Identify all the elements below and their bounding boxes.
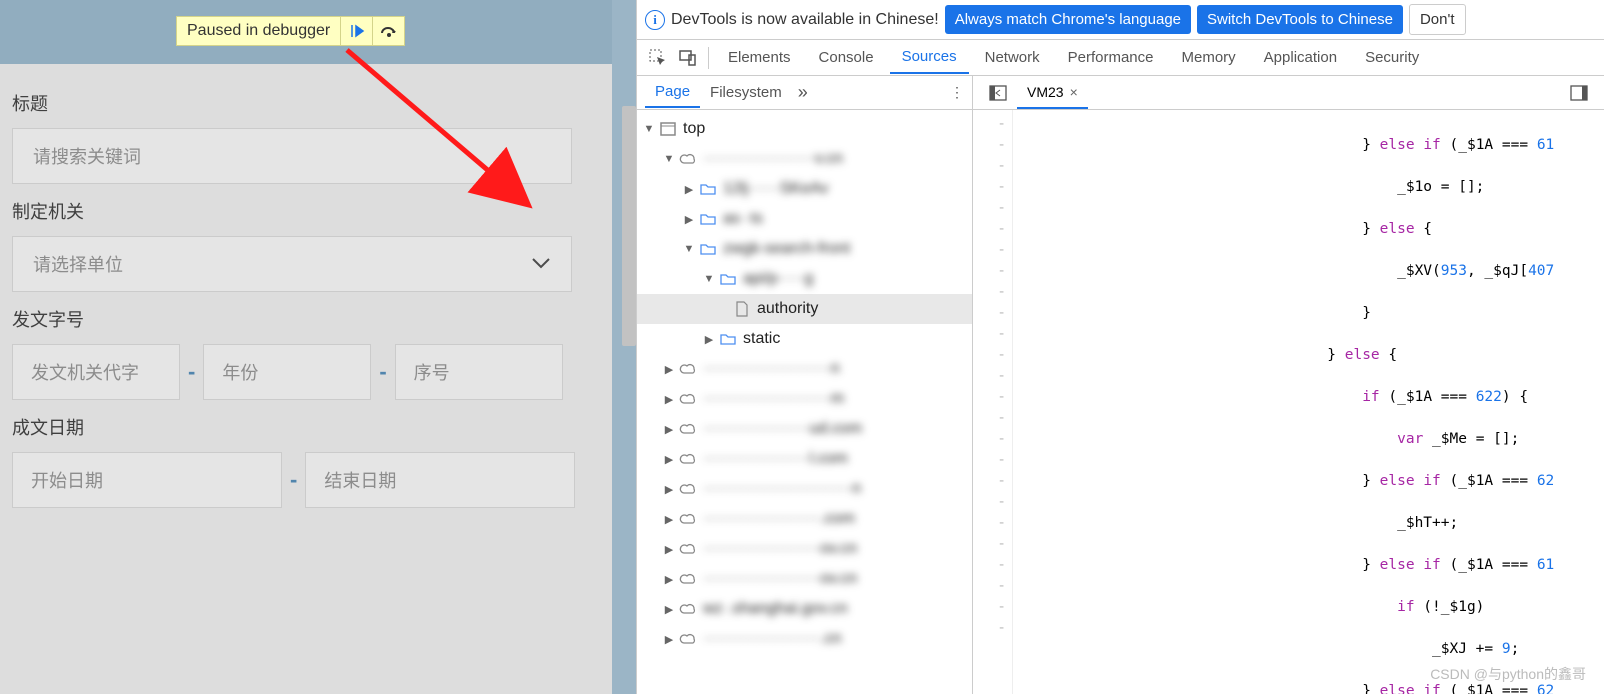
tree-folder[interactable]: ▼api/p·····g: [637, 264, 972, 294]
inspect-icon[interactable]: [645, 45, 671, 71]
folder-icon: [717, 272, 739, 286]
tree-domain[interactable]: ▶····················ud.com: [637, 414, 972, 444]
input-title[interactable]: 请搜索关键词: [12, 128, 572, 184]
tree-domain[interactable]: ▶······················.cn: [637, 624, 972, 654]
file-tree: ▼top ▼·····················v.cn ▶12lj···…: [637, 110, 972, 694]
code-tab-vm23[interactable]: VM23×: [1017, 76, 1088, 109]
tree-folder[interactable]: ▶static: [637, 324, 972, 354]
debugger-text: Paused in debugger: [177, 22, 340, 40]
webpage-panel: Paused in debugger 标题 请搜索关键词 制定机关 请选择单位 …: [0, 0, 636, 694]
select-agency[interactable]: 请选择单位: [12, 236, 572, 292]
cloud-icon: [677, 392, 699, 406]
tree-folder[interactable]: ▶as··ts: [637, 204, 972, 234]
tree-domain[interactable]: ▶······················.com: [637, 504, 972, 534]
form-area: 标题 请搜索关键词 制定机关 请选择单位 发文字号 发文机关代字 - 年份 - …: [0, 64, 636, 520]
input-doc-year[interactable]: 年份: [203, 344, 371, 400]
devtools-panel: i DevTools is now available in Chinese! …: [636, 0, 1604, 694]
tree-domain[interactable]: ▶wz·.shanghai.gov.cn: [637, 594, 972, 624]
folder-icon: [697, 182, 719, 196]
cloud-icon: [677, 152, 699, 166]
label-docnum: 发文字号: [12, 306, 624, 332]
cloud-icon: [677, 482, 699, 496]
nav-menu-icon[interactable]: ⋮: [950, 84, 964, 101]
nav-more-icon[interactable]: »: [798, 82, 808, 103]
label-date: 成文日期: [12, 414, 624, 440]
tab-performance[interactable]: Performance: [1056, 42, 1166, 73]
nav-tab-filesystem[interactable]: Filesystem: [700, 78, 792, 107]
tree-file-authority[interactable]: authority: [637, 294, 972, 324]
tree-domain[interactable]: ▶······················ov.cn: [637, 534, 972, 564]
label-title: 标题: [12, 90, 624, 116]
devtools-tabs: Elements Console Sources Network Perform…: [637, 40, 1604, 76]
step-over-icon: [380, 23, 398, 39]
tree-domain[interactable]: ▼·····················v.cn: [637, 144, 972, 174]
tab-security[interactable]: Security: [1353, 42, 1431, 73]
tree-folder[interactable]: ▶12lj······SKeAv: [637, 174, 972, 204]
cloud-icon: [677, 452, 699, 466]
dash-separator: -: [290, 467, 297, 493]
btn-match-language[interactable]: Always match Chrome's language: [945, 5, 1191, 34]
toggle-sidebar-icon[interactable]: [1560, 76, 1598, 109]
input-doc-prefix[interactable]: 发文机关代字: [12, 344, 180, 400]
tree-top[interactable]: ▼top: [637, 114, 972, 144]
navigator-tabs: Page Filesystem » ⋮: [637, 76, 972, 110]
toggle-navigator-icon[interactable]: [979, 76, 1017, 109]
file-icon: [731, 301, 753, 317]
resume-button[interactable]: [340, 17, 372, 45]
gutter: -------------------------: [973, 110, 1013, 694]
input-date-end[interactable]: 结束日期: [305, 452, 575, 508]
tab-console[interactable]: Console: [807, 42, 886, 73]
code-panel: VM23× ------------------------- } else i…: [973, 76, 1604, 694]
cloud-icon: [677, 422, 699, 436]
cloud-icon: [677, 602, 699, 616]
debugger-badge: Paused in debugger: [176, 16, 405, 46]
dash-separator: -: [188, 359, 195, 385]
navigator-panel: Page Filesystem » ⋮ ▼top ▼··············…: [637, 76, 973, 694]
info-icon: i: [645, 10, 665, 30]
tab-application[interactable]: Application: [1252, 42, 1349, 73]
tab-memory[interactable]: Memory: [1170, 42, 1248, 73]
tree-folder[interactable]: ▼zwgk-search-front: [637, 234, 972, 264]
dash-separator: -: [379, 359, 386, 385]
tree-domain[interactable]: ▶····················l.com: [637, 444, 972, 474]
tab-network[interactable]: Network: [973, 42, 1052, 73]
info-text: DevTools is now available in Chinese!: [671, 11, 939, 29]
folder-icon: [697, 212, 719, 226]
resume-icon: [349, 23, 365, 39]
btn-dont[interactable]: Don't: [1409, 4, 1466, 35]
frame-icon: [657, 122, 679, 136]
device-mode-icon[interactable]: [675, 45, 701, 71]
cloud-icon: [677, 632, 699, 646]
input-doc-serial[interactable]: 序号: [395, 344, 563, 400]
code-tabs: VM23×: [973, 76, 1604, 110]
info-bar: i DevTools is now available in Chinese! …: [637, 0, 1604, 40]
cloud-icon: [677, 572, 699, 586]
nav-tab-page[interactable]: Page: [645, 77, 700, 108]
code-lines: } else if (_$1A === 61 _$1o = []; } else…: [1013, 110, 1604, 694]
cloud-icon: [677, 362, 699, 376]
folder-icon: [717, 332, 739, 346]
tab-sources[interactable]: Sources: [890, 41, 969, 74]
tree-domain[interactable]: ▶························m: [637, 384, 972, 414]
cloud-icon: [677, 512, 699, 526]
tree-domain[interactable]: ▶····························n: [637, 474, 972, 504]
btn-switch-chinese[interactable]: Switch DevTools to Chinese: [1197, 5, 1403, 34]
folder-icon: [697, 242, 719, 256]
scrollbar-thumb[interactable]: [622, 106, 636, 346]
step-over-button[interactable]: [372, 17, 404, 45]
close-icon[interactable]: ×: [1070, 84, 1078, 100]
chevron-down-icon: [531, 254, 551, 275]
input-date-start[interactable]: 开始日期: [12, 452, 282, 508]
cloud-icon: [677, 542, 699, 556]
tab-elements[interactable]: Elements: [716, 42, 803, 73]
watermark: CSDN @与python的鑫哥: [1430, 664, 1586, 684]
tree-domain[interactable]: ▶························n: [637, 354, 972, 384]
tree-domain[interactable]: ▶······················ov.cn: [637, 564, 972, 594]
label-agency: 制定机关: [12, 198, 624, 224]
code-body[interactable]: ------------------------- } else if (_$1…: [973, 110, 1604, 694]
